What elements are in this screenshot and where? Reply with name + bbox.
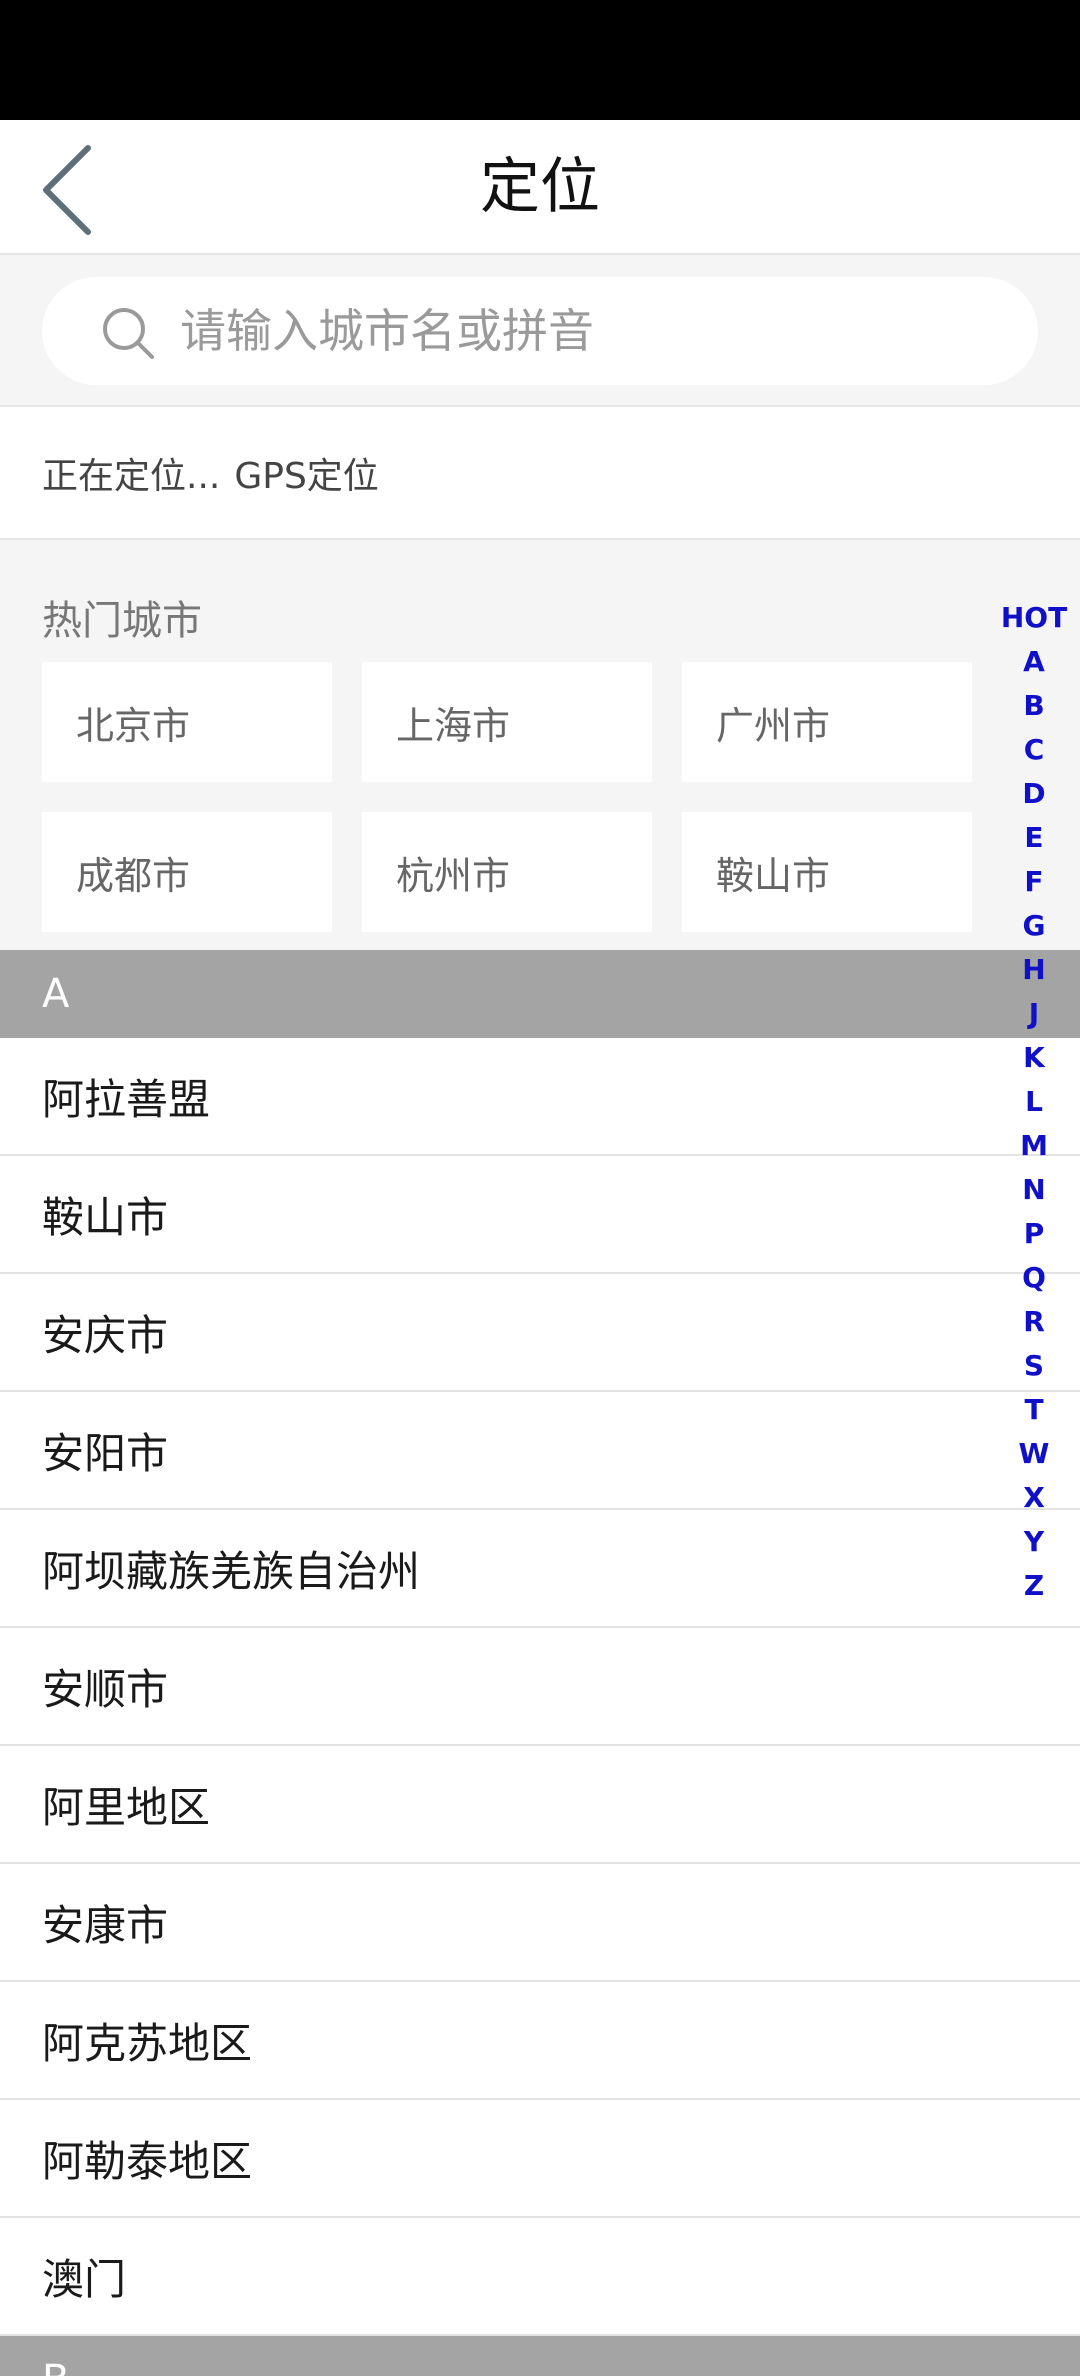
list-item[interactable]: 安阳市 (0, 1392, 1080, 1510)
chevron-left-icon (43, 145, 91, 235)
back-button[interactable] (30, 140, 110, 240)
list-item[interactable]: 阿里地区 (0, 1746, 1080, 1864)
index-f[interactable]: F (1024, 860, 1043, 904)
index-r[interactable]: R (1023, 1300, 1045, 1344)
index-d[interactable]: D (1022, 772, 1045, 816)
search-input[interactable] (178, 277, 998, 385)
hot-cities-title: 热门城市 (42, 598, 202, 644)
search-area (0, 255, 1080, 407)
hot-cities-grid: 北京市 上海市 广州市 成都市 杭州市 鞍山市 (42, 662, 972, 932)
index-q[interactable]: Q (1022, 1256, 1046, 1300)
index-t[interactable]: T (1024, 1388, 1043, 1432)
index-g[interactable]: G (1023, 904, 1046, 948)
hot-city-guangzhou[interactable]: 广州市 (682, 662, 972, 782)
nav-bar: 定位 (0, 120, 1080, 255)
section-header-a: A (0, 950, 1080, 1038)
index-e[interactable]: E (1024, 816, 1043, 860)
list-item[interactable]: 安庆市 (0, 1274, 1080, 1392)
list-item[interactable]: 澳门 (0, 2218, 1080, 2336)
index-p[interactable]: P (1024, 1212, 1045, 1256)
section-header-b: B (0, 2336, 1080, 2376)
index-h[interactable]: H (1022, 948, 1045, 992)
hot-cities-section: 热门城市 北京市 上海市 广州市 成都市 杭州市 鞍山市 (0, 540, 1080, 950)
hot-city-shanghai[interactable]: 上海市 (362, 662, 652, 782)
list-item[interactable]: 安康市 (0, 1864, 1080, 1982)
list-item[interactable]: 阿勒泰地区 (0, 2100, 1080, 2218)
list-item[interactable]: 阿坝藏族羌族自治州 (0, 1510, 1080, 1628)
index-a[interactable]: A (1023, 640, 1045, 684)
location-type: GPS定位 (234, 455, 379, 497)
list-item[interactable]: 阿克苏地区 (0, 1982, 1080, 2100)
hot-city-anshan[interactable]: 鞍山市 (682, 812, 972, 932)
index-x[interactable]: X (1023, 1476, 1045, 1520)
city-list[interactable]: A 阿拉善盟 鞍山市 安庆市 安阳市 阿坝藏族羌族自治州 安顺市 阿里地区 安康… (0, 950, 1080, 2376)
index-hot[interactable]: HOT (1001, 596, 1067, 640)
alphabet-index[interactable]: HOT A B C D E F G H J K L M N P Q R S T … (994, 596, 1074, 1608)
index-y[interactable]: Y (1024, 1520, 1044, 1564)
page-title: 定位 (480, 152, 600, 222)
list-item[interactable]: 鞍山市 (0, 1156, 1080, 1274)
hot-city-chengdu[interactable]: 成都市 (42, 812, 332, 932)
hot-city-hangzhou[interactable]: 杭州市 (362, 812, 652, 932)
index-k[interactable]: K (1023, 1036, 1045, 1080)
status-bar (0, 0, 1080, 120)
index-c[interactable]: C (1024, 728, 1045, 772)
index-j[interactable]: J (1029, 992, 1039, 1036)
search-icon (103, 308, 154, 359)
index-m[interactable]: M (1020, 1124, 1048, 1168)
index-s[interactable]: S (1024, 1344, 1044, 1388)
index-n[interactable]: N (1022, 1168, 1045, 1212)
search-box[interactable] (42, 277, 1038, 385)
index-w[interactable]: W (1019, 1432, 1050, 1476)
list-item[interactable]: 阿拉善盟 (0, 1038, 1080, 1156)
index-l[interactable]: L (1025, 1080, 1043, 1124)
location-status: 正在定位... (42, 455, 221, 497)
index-z[interactable]: Z (1024, 1564, 1044, 1608)
hot-city-beijing[interactable]: 北京市 (42, 662, 332, 782)
list-item[interactable]: 安顺市 (0, 1628, 1080, 1746)
index-b[interactable]: B (1023, 684, 1044, 728)
location-row[interactable]: 正在定位... GPS定位 (0, 407, 1080, 540)
